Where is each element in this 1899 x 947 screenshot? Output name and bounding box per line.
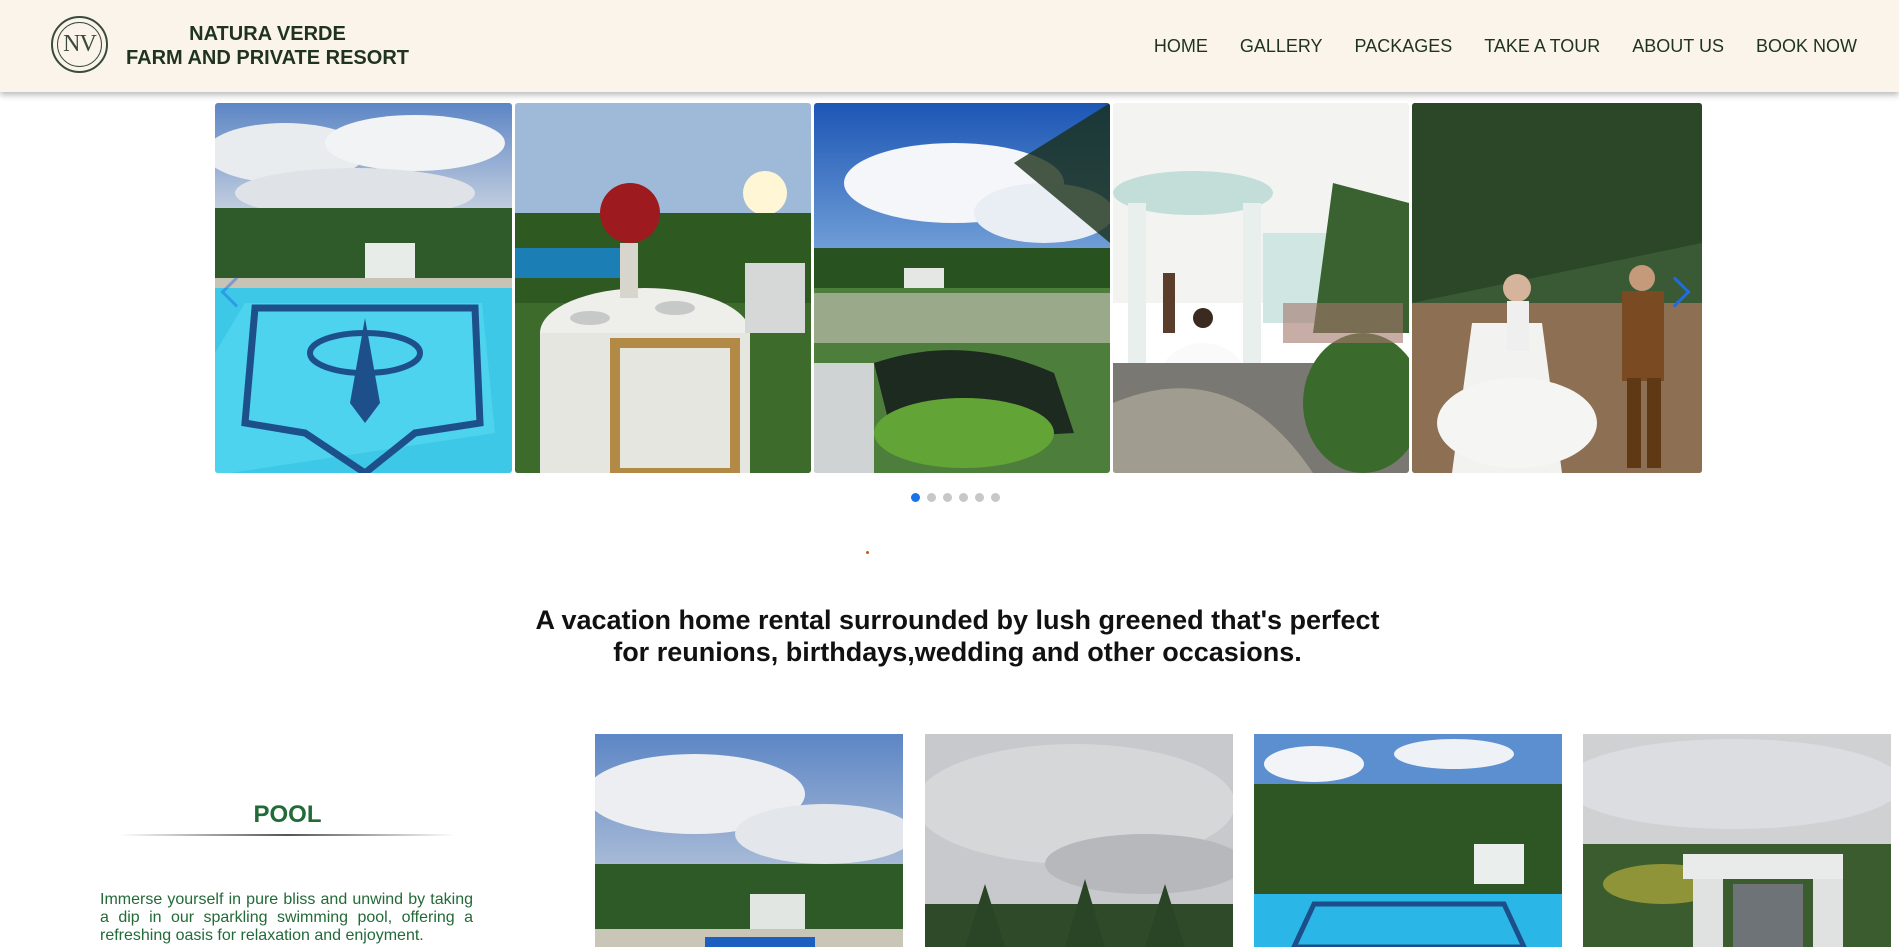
carousel-dot-2[interactable] [927,493,936,502]
brand-name[interactable]: NATURA VERDE FARM AND PRIVATE RESORT [120,22,415,70]
pool-photo-4[interactable] [1583,734,1891,947]
pool-divider [120,834,455,836]
pool-description: Immerse yourself in pure bliss and unwin… [100,891,473,944]
nav-home[interactable]: HOME [1154,35,1208,57]
carousel-slide-gazebo[interactable] [1113,103,1409,473]
nav-take-a-tour[interactable]: TAKE A TOUR [1484,35,1600,57]
main-nav: HOME GALLERY PACKAGES TAKE A TOUR ABOUT … [1122,35,1857,57]
carousel-slide-pool[interactable] [215,103,512,473]
site-header: NV NATURA VERDE FARM AND PRIVATE RESORT … [0,0,1899,92]
nav-about-us[interactable]: ABOUT US [1632,35,1724,57]
logo[interactable]: NV [51,16,108,73]
brand-line-1: NATURA VERDE [189,23,346,45]
pool-photo-3[interactable] [1254,734,1562,947]
nav-packages[interactable]: PACKAGES [1355,35,1453,57]
pool-photo-2[interactable] [925,734,1233,947]
carousel-slide-garden[interactable] [814,103,1110,473]
nav-book-now[interactable]: BOOK NOW [1756,35,1857,57]
carousel-dot-4[interactable] [959,493,968,502]
nav-gallery[interactable]: GALLERY [1240,35,1323,57]
brand-line-2: FARM AND PRIVATE RESORT [126,47,409,69]
carousel-slide-dining[interactable] [515,103,811,473]
carousel-dots [911,493,1007,502]
carousel-slide-couple[interactable] [1412,103,1702,473]
tagline-line-1: A vacation home rental surrounded by lus… [535,605,1380,635]
logo-monogram: NV [63,31,97,57]
tagline-line-2: for reunions, birthdays,wedding and othe… [613,637,1302,667]
carousel-dot-6[interactable] [991,493,1000,502]
image-carousel [215,103,1702,473]
pool-heading: POOL [253,801,322,828]
carousel-dot-3[interactable] [943,493,952,502]
pool-photo-1[interactable] [595,734,903,947]
decorative-dot [866,551,869,554]
carousel-dot-1[interactable] [911,493,920,502]
tagline: A vacation home rental surrounded by lus… [460,604,1455,668]
carousel-dot-5[interactable] [975,493,984,502]
